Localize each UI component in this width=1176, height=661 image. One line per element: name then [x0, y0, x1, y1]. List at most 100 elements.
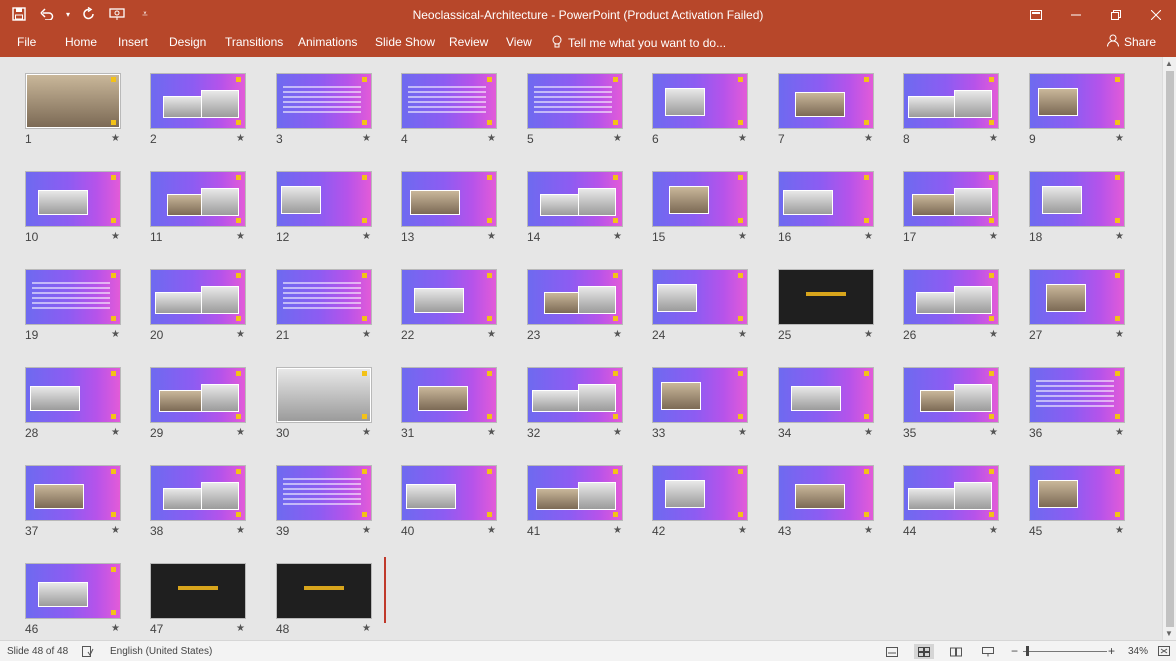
- slide-preview[interactable]: [903, 269, 999, 325]
- tell-me-box[interactable]: Tell me what you want to do...: [552, 35, 726, 51]
- slide-preview[interactable]: [1029, 367, 1125, 423]
- animation-star-icon[interactable]: ★: [236, 525, 245, 536]
- slide-thumbnail[interactable]: 24 ★: [652, 269, 752, 349]
- slide-thumbnail[interactable]: 46 ★: [25, 563, 125, 643]
- slide-preview[interactable]: [778, 367, 874, 423]
- close-icon[interactable]: [1136, 0, 1176, 29]
- slide-thumbnail[interactable]: 42 ★: [652, 465, 752, 545]
- slide-thumbnail[interactable]: 35 ★: [903, 367, 1003, 447]
- animation-star-icon[interactable]: ★: [362, 133, 371, 144]
- slide-preview[interactable]: [778, 73, 874, 129]
- vertical-scrollbar[interactable]: ▲ ▼: [1162, 57, 1176, 640]
- animation-star-icon[interactable]: ★: [864, 133, 873, 144]
- animation-star-icon[interactable]: ★: [111, 133, 120, 144]
- slide-preview[interactable]: [276, 269, 372, 325]
- slide-preview[interactable]: [903, 465, 999, 521]
- slide-preview[interactable]: [150, 465, 246, 521]
- slide-thumbnail[interactable]: 2 ★: [150, 73, 250, 153]
- slide-preview[interactable]: [150, 367, 246, 423]
- animation-star-icon[interactable]: ★: [362, 329, 371, 340]
- slide-preview[interactable]: [527, 73, 623, 129]
- slide-thumbnail[interactable]: 22 ★: [401, 269, 501, 349]
- slide-thumbnail[interactable]: 43 ★: [778, 465, 878, 545]
- zoom-slider[interactable]: [1023, 651, 1107, 652]
- animation-star-icon[interactable]: ★: [989, 427, 998, 438]
- slide-preview[interactable]: [276, 465, 372, 521]
- slide-thumbnail[interactable]: 32 ★: [527, 367, 627, 447]
- slide-preview[interactable]: [652, 269, 748, 325]
- tab-transitions[interactable]: Transitions: [225, 35, 283, 49]
- animation-star-icon[interactable]: ★: [613, 525, 622, 536]
- slide-preview[interactable]: [276, 563, 372, 619]
- slide-preview[interactable]: [903, 367, 999, 423]
- animation-star-icon[interactable]: ★: [236, 133, 245, 144]
- animation-star-icon[interactable]: ★: [487, 427, 496, 438]
- animation-star-icon[interactable]: ★: [613, 231, 622, 242]
- slide-preview[interactable]: [1029, 171, 1125, 227]
- zoom-in-button[interactable]: +: [1108, 644, 1115, 658]
- slide-thumbnail[interactable]: 45 ★: [1029, 465, 1129, 545]
- slide-preview[interactable]: [276, 73, 372, 129]
- animation-star-icon[interactable]: ★: [738, 329, 747, 340]
- slide-preview[interactable]: [527, 269, 623, 325]
- animation-star-icon[interactable]: ★: [487, 329, 496, 340]
- slide-preview[interactable]: [401, 171, 497, 227]
- slide-preview[interactable]: [401, 269, 497, 325]
- slide-thumbnail[interactable]: 12 ★: [276, 171, 376, 251]
- animation-star-icon[interactable]: ★: [613, 329, 622, 340]
- slide-thumbnail[interactable]: 36 ★: [1029, 367, 1129, 447]
- slide-thumbnail[interactable]: 6 ★: [652, 73, 752, 153]
- slide-preview[interactable]: [903, 171, 999, 227]
- slide-thumbnail[interactable]: 16 ★: [778, 171, 878, 251]
- animation-star-icon[interactable]: ★: [487, 231, 496, 242]
- slide-thumbnail[interactable]: 33 ★: [652, 367, 752, 447]
- slide-thumbnail[interactable]: 40 ★: [401, 465, 501, 545]
- animation-star-icon[interactable]: ★: [989, 231, 998, 242]
- slide-preview[interactable]: [276, 367, 372, 423]
- animation-star-icon[interactable]: ★: [989, 133, 998, 144]
- slide-thumbnail[interactable]: 25 ★: [778, 269, 878, 349]
- spelling-icon[interactable]: [82, 646, 94, 660]
- animation-star-icon[interactable]: ★: [487, 525, 496, 536]
- slide-sorter-view-icon[interactable]: [914, 644, 934, 659]
- slide-thumbnail[interactable]: 21 ★: [276, 269, 376, 349]
- slide-preview[interactable]: [25, 73, 121, 129]
- slide-thumbnail[interactable]: 31 ★: [401, 367, 501, 447]
- slide-preview[interactable]: [1029, 73, 1125, 129]
- slide-preview[interactable]: [150, 269, 246, 325]
- slide-thumbnail[interactable]: 11 ★: [150, 171, 250, 251]
- slide-thumbnail[interactable]: 38 ★: [150, 465, 250, 545]
- animation-star-icon[interactable]: ★: [864, 525, 873, 536]
- animation-star-icon[interactable]: ★: [111, 427, 120, 438]
- slide-thumbnail[interactable]: 29 ★: [150, 367, 250, 447]
- tab-slide-show[interactable]: Slide Show: [375, 35, 435, 49]
- tab-view[interactable]: View: [506, 35, 532, 49]
- animation-star-icon[interactable]: ★: [1115, 133, 1124, 144]
- animation-star-icon[interactable]: ★: [362, 525, 371, 536]
- tab-insert[interactable]: Insert: [118, 35, 148, 49]
- slide-preview[interactable]: [150, 563, 246, 619]
- animation-star-icon[interactable]: ★: [111, 623, 120, 634]
- slide-preview[interactable]: [652, 465, 748, 521]
- tab-file[interactable]: File: [17, 35, 36, 49]
- slide-thumbnail[interactable]: 1 ★: [25, 73, 125, 153]
- minimize-icon[interactable]: [1056, 0, 1096, 29]
- slide-thumbnail[interactable]: 19 ★: [25, 269, 125, 349]
- animation-star-icon[interactable]: ★: [362, 427, 371, 438]
- slide-thumbnail[interactable]: 47 ★: [150, 563, 250, 643]
- slide-preview[interactable]: [25, 367, 121, 423]
- tab-animations[interactable]: Animations: [298, 35, 357, 49]
- slide-preview[interactable]: [527, 367, 623, 423]
- slide-thumbnail[interactable]: 23 ★: [527, 269, 627, 349]
- animation-star-icon[interactable]: ★: [864, 329, 873, 340]
- slide-preview[interactable]: [903, 73, 999, 129]
- slide-thumbnail[interactable]: 41 ★: [527, 465, 627, 545]
- scrollbar-thumb[interactable]: [1166, 71, 1174, 627]
- animation-star-icon[interactable]: ★: [989, 329, 998, 340]
- slide-preview[interactable]: [25, 269, 121, 325]
- slide-thumbnail[interactable]: 26 ★: [903, 269, 1003, 349]
- slide-thumbnail[interactable]: 44 ★: [903, 465, 1003, 545]
- slide-preview[interactable]: [1029, 269, 1125, 325]
- animation-star-icon[interactable]: ★: [1115, 329, 1124, 340]
- slide-preview[interactable]: [652, 367, 748, 423]
